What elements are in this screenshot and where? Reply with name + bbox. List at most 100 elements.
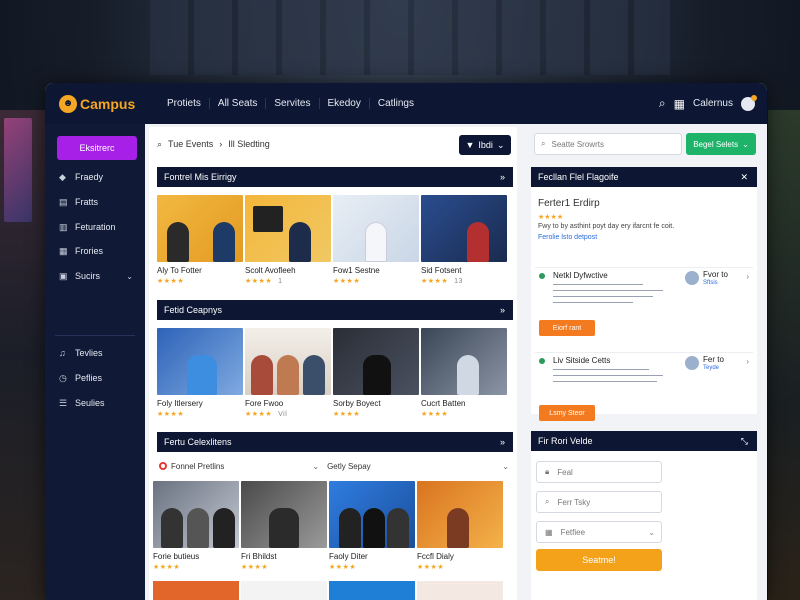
card-image <box>245 195 331 262</box>
sidebar-primary-button[interactable]: Eksitrerc <box>57 136 137 160</box>
chevron-right-icon[interactable]: » <box>500 305 505 315</box>
event-item[interactable]: Netkl Dyfwctive Fvor to Sftsis › Eiorf r… <box>535 267 753 345</box>
card-image-partial[interactable] <box>329 581 415 600</box>
sidebar-item-fraedy[interactable]: ◆ Fraedy <box>59 170 139 184</box>
sidebar-item-peflies[interactable]: ◷ Peflies <box>59 371 139 385</box>
chevron-right-icon[interactable]: » <box>500 437 505 447</box>
event-action-button[interactable]: Lsmy Steor <box>539 405 595 421</box>
filter-button-label: Ibdi <box>478 140 493 150</box>
card-image <box>417 481 503 548</box>
event-card[interactable]: Fccfl Dialy ★★★★ <box>417 481 503 571</box>
subfilter-right[interactable]: Getly Sepay <box>327 462 371 471</box>
chevron-right-icon[interactable]: » <box>500 172 505 182</box>
section-header-1[interactable]: Fontrel Mis Eirrigy » <box>157 167 513 187</box>
event-card[interactable]: Forie butieus ★★★★ <box>153 481 239 571</box>
logo[interactable]: ☻ Campus <box>59 94 159 113</box>
main-content: ⌕ Tue Events › Ill Sledting ▼ Ibdi ⌄ Fon… <box>149 127 517 600</box>
card-image <box>157 328 243 395</box>
subfilter-label: Getly Sepay <box>327 461 371 471</box>
sidebar-item-label: Fratts <box>75 197 99 207</box>
nav-item-protiets[interactable]: Protiets <box>159 98 209 109</box>
event-card[interactable]: Faoly Diter ★★★★ <box>329 481 415 571</box>
featured-panel-header[interactable]: Fecllan Flel Flagoife ✕ <box>531 167 757 187</box>
chevron-down-icon[interactable]: ⌄ <box>126 272 133 281</box>
sidebar: Eksitrerc ◆ Fraedy ▤ Fratts ▥ Feturation ▦ F… <box>45 124 145 600</box>
submit-button[interactable]: Seatme! <box>536 549 662 571</box>
event-card[interactable]: Fore Fwoo ★★★★ Vil <box>245 328 331 418</box>
filter-field-1[interactable]: 🔒︎ Feal <box>536 461 662 483</box>
avatar[interactable] <box>741 94 757 111</box>
card-image-partial[interactable] <box>153 581 239 600</box>
sidebar-item-fratts[interactable]: ▤ Fratts <box>59 195 139 209</box>
card-image <box>157 195 243 262</box>
search-input[interactable]: ⌕ Seatte Srowrts <box>534 133 682 155</box>
filter-button[interactable]: ▼ Ibdi ⌄ <box>459 135 511 155</box>
rating-stars: ★★★★ <box>538 214 564 221</box>
chevron-down-icon[interactable]: ⌄ <box>502 462 509 471</box>
sidebar-item-seulies[interactable]: ☰ Seulies <box>59 396 139 410</box>
event-card[interactable]: Sid Fotsent ★★★★ 13 <box>421 195 507 285</box>
select-button[interactable]: Begel Selets ⌄ <box>686 133 756 155</box>
card-title: Fccfl Dialy <box>417 552 454 561</box>
event-card[interactable]: Fri Bhildst ★★★★ <box>241 481 327 571</box>
nav-item-ekedoy[interactable]: Ekedoy <box>318 98 369 109</box>
right-column: ⌕ Seatte Srowrts Begel Selets ⌄ Fecllan … <box>531 127 757 600</box>
event-item[interactable]: Liv Sitside Cetts Fer to Teyde › Lsmy St… <box>535 352 753 430</box>
sidebar-item-label: Sucirs <box>75 271 101 281</box>
filter-field-2[interactable]: ⌕ Ferr Tsky <box>536 491 662 513</box>
sidebar-item-sucirs[interactable]: ▣ Sucirs ⌄ <box>59 269 139 283</box>
event-title: Liv Sitside Cetts <box>553 356 611 365</box>
filter-panel: Fir Rori Velde ⤡ 🔒︎ Feal ⌕ Ferr Tsky ▦ F… <box>531 431 757 600</box>
clock-icon: ◷ <box>59 372 67 383</box>
card-title: Fri Bhildst <box>241 552 277 561</box>
nav-item-servites[interactable]: Servites <box>265 98 318 109</box>
event-card[interactable]: Sorby Boyect ★★★★ <box>333 328 419 418</box>
card-image <box>241 481 327 548</box>
list-icon: ☰ <box>59 397 68 408</box>
calendar-icon[interactable]: ▦ <box>674 97 685 111</box>
account-label[interactable]: Calernus <box>693 98 733 109</box>
search-icon[interactable]: ⌕ <box>157 139 162 150</box>
event-action-button[interactable]: Eiorf rant <box>539 320 595 336</box>
feature-title: Ferter1 Erdirp <box>538 198 600 209</box>
logo-text: Campus <box>80 95 136 112</box>
event-card[interactable]: Aly To Fotter ★★★★ <box>157 195 243 285</box>
breadcrumb-item[interactable]: Tue Events <box>168 139 213 149</box>
sidebar-item-label: Seulies <box>75 398 105 408</box>
card-title: Fore Fwoo <box>245 399 284 408</box>
nav-item-all-seats[interactable]: All Seats <box>208 98 265 109</box>
sidebar-item-frories[interactable]: ▦ Frories <box>59 244 139 258</box>
nav-item-catlings[interactable]: Catlings <box>368 98 422 109</box>
search-icon[interactable]: ⌕ <box>659 96 666 111</box>
calendar-icon: ▦ <box>59 245 68 256</box>
filter-panel-header[interactable]: Fir Rori Velde ⤡ <box>531 431 757 451</box>
status-dot <box>539 273 545 279</box>
lock-icon: 🔒︎ <box>545 467 550 476</box>
avatar <box>685 271 699 285</box>
section-header-2[interactable]: Fetid Ceapnys » <box>157 300 513 320</box>
event-card[interactable]: Cucrt Batten ★★★★ <box>421 328 507 418</box>
sidebar-item-feturation[interactable]: ▥ Feturation <box>59 220 139 234</box>
card-image-partial[interactable] <box>241 581 327 600</box>
search-placeholder: Seatte Srowrts <box>551 139 604 149</box>
event-card[interactable]: Fow1 Sestne ★★★★ <box>333 195 419 285</box>
section-header-3[interactable]: Fertu Celexlitens » <box>157 432 513 452</box>
filter-field-3[interactable]: ▦ Fetfiee ⌄ <box>536 521 662 543</box>
panel-title: Fecllan Flel Flagoife <box>538 172 619 182</box>
group-icon: ▣ <box>59 270 68 281</box>
chevron-down-icon[interactable]: ⌄ <box>312 462 319 471</box>
event-card[interactable]: Foly Itlersery ★★★★ <box>157 328 243 418</box>
sidebar-item-tevlies[interactable]: ♫ Tevlies <box>59 346 139 360</box>
feature-link[interactable]: Ferolie lsto detpost <box>538 234 597 241</box>
close-icon[interactable]: ✕ <box>740 172 748 183</box>
field-placeholder: Feal <box>557 467 573 477</box>
subfilter-left[interactable]: Fonnel Pretlins <box>159 462 224 471</box>
rating-stars: ★★★★ <box>157 278 185 285</box>
card-image <box>421 328 507 395</box>
event-card[interactable]: Scolt Avofleeh ★★★★ 1 <box>245 195 331 285</box>
expand-icon[interactable]: ⤡ <box>741 436 748 447</box>
chevron-right-icon[interactable]: › <box>746 272 749 281</box>
card-image-partial[interactable] <box>417 581 503 600</box>
chevron-right-icon[interactable]: › <box>746 357 749 366</box>
search-icon: ⌕ <box>545 497 550 506</box>
